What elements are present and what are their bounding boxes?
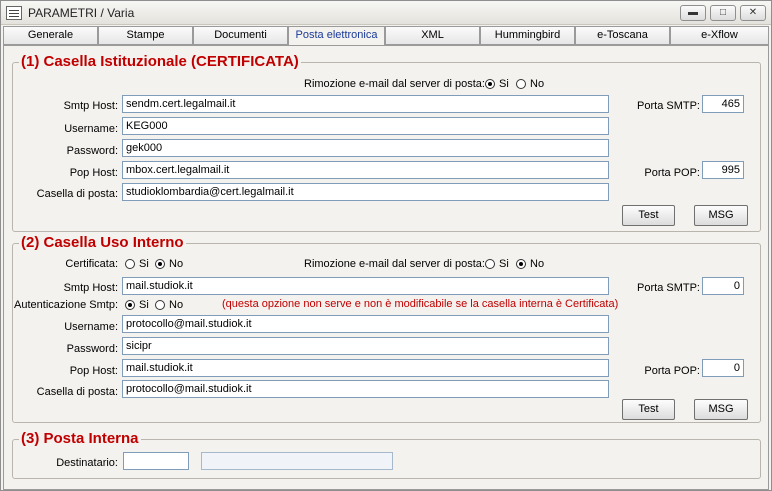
- minimize-button[interactable]: ▬: [680, 5, 706, 21]
- section2-title: (2) Casella Uso Interno: [19, 234, 186, 252]
- s2-certificata-label: Certificata:: [65, 258, 118, 270]
- s1-smtp-host-label: Smtp Host:: [63, 100, 118, 112]
- tab-stampe[interactable]: Stampe: [98, 26, 193, 45]
- s1-test-button[interactable]: Test: [622, 205, 675, 226]
- s2-porta-smtp-label: Porta SMTP:: [637, 282, 700, 294]
- tab-strip: Generale Stampe Documenti Posta elettron…: [3, 26, 771, 46]
- s3-destinatario-label: Destinatario:: [56, 457, 118, 469]
- s1-pop-host-input[interactable]: mbox.cert.legalmail.it: [122, 161, 609, 179]
- tab-generale[interactable]: Generale: [3, 26, 98, 45]
- s2-certificata-no-label: No: [169, 258, 184, 270]
- s2-autenticazione-si-radio[interactable]: [125, 300, 135, 310]
- s2-msg-button[interactable]: MSG: [694, 399, 748, 420]
- maximize-button[interactable]: □: [710, 5, 736, 21]
- s2-rimozione-si-label: Si: [499, 258, 509, 270]
- s2-password-label: Password:: [66, 343, 118, 355]
- s2-test-button[interactable]: Test: [622, 399, 675, 420]
- minimize-icon: ▬: [688, 7, 698, 18]
- section3-title: (3) Posta Interna: [19, 430, 141, 448]
- s1-casella-label: Casella di posta:: [36, 188, 118, 200]
- form-icon: [6, 6, 22, 20]
- s1-porta-pop-input[interactable]: 995: [702, 161, 744, 179]
- s2-porta-pop-label: Porta POP:: [644, 365, 700, 377]
- s1-rimozione-label: Rimozione e-mail dal server di posta:: [304, 78, 485, 90]
- tab-e-xflow[interactable]: e-Xflow: [670, 26, 769, 45]
- s2-autenticazione-note: (questa opzione non serve e non è modifi…: [222, 298, 619, 310]
- s1-pop-host-label: Pop Host:: [69, 167, 118, 179]
- s1-porta-pop-label: Porta POP:: [644, 167, 700, 179]
- section1-title: (1) Casella Istituzionale (CERTIFICATA): [19, 53, 301, 71]
- s2-rimozione-no-radio[interactable]: [516, 259, 526, 269]
- s1-password-label: Password:: [66, 145, 118, 157]
- tab-hummingbird[interactable]: Hummingbird: [480, 26, 575, 45]
- window-title: PARAMETRI / Varia: [28, 6, 135, 20]
- tab-xml[interactable]: XML: [385, 26, 480, 45]
- s2-pop-host-label: Pop Host:: [69, 365, 118, 377]
- s2-certificata-si-radio[interactable]: [125, 259, 135, 269]
- close-button[interactable]: ✕: [740, 5, 766, 21]
- s1-password-input[interactable]: gek000: [122, 139, 609, 157]
- s2-autenticazione-no-label: No: [169, 299, 184, 311]
- maximize-icon: □: [719, 7, 727, 18]
- parametri-window: PARAMETRI / Varia ▬ □ ✕ Generale Stampe …: [0, 0, 772, 491]
- s3-destinatario-description: [201, 452, 393, 470]
- s2-casella-label: Casella di posta:: [36, 386, 118, 398]
- s1-porta-smtp-label: Porta SMTP:: [637, 100, 700, 112]
- s1-username-input[interactable]: KEG000: [122, 117, 609, 135]
- s2-porta-smtp-input[interactable]: 0: [702, 277, 744, 295]
- s1-smtp-host-input[interactable]: sendm.cert.legalmail.it: [122, 95, 609, 113]
- s1-rimozione-si-radio[interactable]: [485, 79, 495, 89]
- s1-rimozione-si-label: Si: [499, 78, 509, 90]
- s3-destinatario-input[interactable]: [123, 452, 189, 470]
- tab-posta-elettronica[interactable]: Posta elettronica: [288, 26, 385, 46]
- s2-rimozione-si-radio[interactable]: [485, 259, 495, 269]
- s2-pop-host-input[interactable]: mail.studiok.it: [122, 359, 609, 377]
- s1-rimozione-no-radio[interactable]: [516, 79, 526, 89]
- s1-rimozione-no-label: No: [530, 78, 545, 90]
- s2-username-label: Username:: [64, 321, 118, 333]
- s2-smtp-host-label: Smtp Host:: [63, 282, 118, 294]
- s2-password-input[interactable]: sicipr: [122, 337, 609, 355]
- s2-casella-input[interactable]: protocollo@mail.studiok.it: [122, 380, 609, 398]
- s2-rimozione-no-label: No: [530, 258, 545, 270]
- s2-autenticazione-label: Autenticazione Smtp:: [14, 299, 118, 311]
- tab-content-posta-elettronica: (1) Casella Istituzionale (CERTIFICATA) …: [3, 45, 769, 490]
- s2-autenticazione-si-label: Si: [139, 299, 149, 311]
- s1-porta-smtp-input[interactable]: 465: [702, 95, 744, 113]
- title-bar: PARAMETRI / Varia ▬ □ ✕: [1, 1, 771, 25]
- s2-smtp-host-input[interactable]: mail.studiok.it: [122, 277, 609, 295]
- s2-username-input[interactable]: protocollo@mail.studiok.it: [122, 315, 609, 333]
- close-icon: ✕: [748, 7, 758, 18]
- s2-autenticazione-no-radio[interactable]: [155, 300, 165, 310]
- s2-rimozione-label: Rimozione e-mail dal server di posta:: [304, 258, 485, 270]
- tab-e-toscana[interactable]: e-Toscana: [575, 26, 670, 45]
- s2-porta-pop-input[interactable]: 0: [702, 359, 744, 377]
- s1-msg-button[interactable]: MSG: [694, 205, 748, 226]
- s2-certificata-no-radio[interactable]: [155, 259, 165, 269]
- tab-documenti[interactable]: Documenti: [193, 26, 288, 45]
- s2-certificata-si-label: Si: [139, 258, 149, 270]
- s1-username-label: Username:: [64, 123, 118, 135]
- s1-casella-input[interactable]: studioklombardia@cert.legalmail.it: [122, 183, 609, 201]
